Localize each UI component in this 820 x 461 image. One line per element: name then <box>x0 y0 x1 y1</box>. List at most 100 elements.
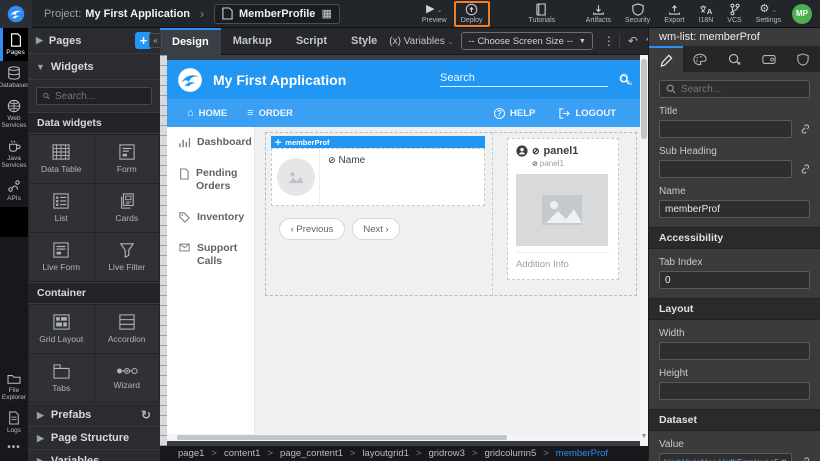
nav-order[interactable]: ≡ ORDER <box>247 107 293 119</box>
tab-markup[interactable]: Markup <box>221 28 284 55</box>
more-menu-icon[interactable]: ⋮ <box>599 34 619 48</box>
widget-accordion[interactable]: Accordion <box>95 305 160 353</box>
menu-dashboard[interactable]: Dashboard <box>167 127 254 158</box>
properties-search[interactable] <box>659 80 810 98</box>
breadcrumb-gridcolumn5[interactable]: gridcolumn5 <box>484 448 536 459</box>
scroll-down-arrow-icon[interactable]: ▼ <box>640 433 648 443</box>
breadcrumb-gridrow3[interactable]: gridrow3 <box>428 448 464 459</box>
widget-search[interactable] <box>36 87 152 105</box>
pagination-next-button[interactable]: Next › <box>352 218 400 240</box>
list-item-name[interactable]: ⊘ Name <box>320 149 373 205</box>
app-search-input[interactable] <box>440 70 600 86</box>
bind-link-icon[interactable] <box>798 163 810 175</box>
widget-wizard[interactable]: Wizard <box>95 354 160 402</box>
canvas-hscrollbar-thumb[interactable] <box>177 435 507 440</box>
tab-properties[interactable] <box>649 46 683 72</box>
screen-size-select[interactable]: -- Choose Screen Size -- ▼ <box>461 32 592 50</box>
collapse-left-panel-button[interactable]: « <box>149 33 162 48</box>
rail-item-file-explorer[interactable]: File Explorer <box>0 368 28 406</box>
name-field-input[interactable] <box>659 200 810 218</box>
canvas-vscrollbar-thumb[interactable] <box>641 59 647 139</box>
bind-link-icon[interactable] <box>798 123 810 135</box>
rail-item-web-services[interactable]: Web Services <box>0 94 28 134</box>
palette-icon <box>693 53 707 66</box>
widget-cards[interactable]: Cards <box>95 184 160 232</box>
widget-data-table[interactable]: Data Table <box>29 135 94 183</box>
panel1-header[interactable]: ⊘ panel1 <box>516 145 610 157</box>
nav-logout[interactable]: LOGOUT <box>559 108 616 119</box>
breadcrumb-content1[interactable]: content1 <box>224 448 260 459</box>
bind-link-icon[interactable] <box>798 456 810 461</box>
menu-pending-orders[interactable]: Pending Orders <box>167 158 254 202</box>
nav-home[interactable]: ⌂ HOME <box>187 107 227 119</box>
breadcrumb-memberprof[interactable]: memberProf <box>556 448 608 459</box>
widgets-section-row[interactable]: ▼ Widgets <box>28 54 160 80</box>
tab-devices[interactable] <box>752 46 786 72</box>
export-button[interactable]: Export <box>657 0 691 28</box>
rail-item-apis[interactable]: APIs <box>0 174 28 207</box>
menu-support-calls[interactable]: Support Calls <box>167 233 254 277</box>
breadcrumb-layoutgrid1[interactable]: layoutgrid1 <box>362 448 408 459</box>
security-button[interactable]: Security <box>618 0 657 28</box>
widget-list[interactable]: List <box>29 184 94 232</box>
canvas-page[interactable]: My First Application 🔍︎ ⌂ HOME ≡ ORDER ? <box>167 60 640 439</box>
clear-bind-icon[interactable]: × <box>781 457 787 461</box>
list-widget-item[interactable]: ⊘ Name <box>271 148 485 206</box>
app-search-icon[interactable]: 🔍︎ <box>619 73 633 85</box>
widget-search-input[interactable] <box>55 91 145 102</box>
breadcrumb-page1[interactable]: page1 <box>178 448 204 459</box>
rail-item-databases[interactable]: Databases <box>0 61 28 94</box>
prefabs-section-row[interactable]: ▶ Prefabs ↻ <box>28 403 160 426</box>
pages-section-row[interactable]: ▶ Pages + <box>28 28 160 54</box>
vcs-button[interactable]: VCS <box>720 0 748 28</box>
tab-styles[interactable] <box>683 46 717 72</box>
tab-security[interactable] <box>786 46 820 72</box>
nav-help[interactable]: ? HELP <box>494 108 535 119</box>
rail-more-icon[interactable]: ••• <box>0 439 28 461</box>
rail-item-pages[interactable]: Pages <box>0 28 28 61</box>
variables-menu[interactable]: (x) Variables ⌄ <box>389 36 453 47</box>
pagination-previous-button[interactable]: ‹ Previous <box>279 218 345 240</box>
menu-inventory[interactable]: Inventory <box>167 202 254 233</box>
tab-events[interactable] <box>717 46 751 72</box>
artifacts-button[interactable]: Artifacts <box>579 0 618 28</box>
widget-live-filter[interactable]: Live Filter <box>95 233 160 281</box>
preview-button[interactable]: ▶ ⌄ Preview <box>415 0 454 28</box>
app-search[interactable] <box>440 70 608 87</box>
list-widget-header[interactable]: ✛ memberProf <box>271 136 485 148</box>
refresh-icon[interactable]: ↻ <box>141 408 151 422</box>
app-logo <box>177 67 203 93</box>
rail-item-logs[interactable]: Logs <box>0 406 28 439</box>
dataset-value-field[interactable]: bind:Variables.HrdbEmployeeData.data × <box>659 453 792 461</box>
i18n-button[interactable]: A I18N <box>692 0 721 28</box>
widget-live-form[interactable]: Live Form <box>29 233 94 281</box>
title-field-input[interactable] <box>659 120 792 138</box>
widget-form[interactable]: Form <box>95 135 160 183</box>
variables-section-row[interactable]: ▶ Variables <box>28 449 160 461</box>
width-input[interactable] <box>659 342 810 360</box>
panel1-image-placeholder[interactable] <box>516 174 608 246</box>
envelope-icon <box>179 243 190 252</box>
tab-style[interactable]: Style <box>339 28 389 55</box>
tab-index-input[interactable] <box>659 271 810 289</box>
move-icon[interactable]: ✛ <box>275 138 281 147</box>
tutorials-button[interactable]: Tutorials <box>522 0 563 28</box>
tab-design[interactable]: Design <box>160 28 221 55</box>
subheading-field-input[interactable] <box>659 160 792 178</box>
undo-icon[interactable]: ↶ <box>619 34 642 48</box>
settings-button[interactable]: ⚙ ⌄ Settings <box>749 0 788 28</box>
page-selector[interactable]: MemberProfile ▦ <box>214 4 340 24</box>
breadcrumb-page-content1[interactable]: page_content1 <box>280 448 343 459</box>
rail-item-java-services[interactable]: Java Services <box>0 134 28 174</box>
panel1-widget[interactable]: ⊘ panel1 ⊘ panel1 Addition Info <box>507 138 619 280</box>
height-input[interactable] <box>659 382 810 400</box>
widget-grid-layout[interactable]: Grid Layout <box>29 305 94 353</box>
page-structure-section-row[interactable]: ▶ Page Structure <box>28 426 160 449</box>
user-avatar[interactable]: MP <box>792 4 812 24</box>
deploy-button[interactable]: Deploy <box>454 1 490 27</box>
properties-search-input[interactable] <box>681 84 801 95</box>
wavemaker-logo[interactable] <box>0 0 32 28</box>
grid-icon[interactable]: ▦ <box>321 7 331 20</box>
widget-tabs[interactable]: Tabs <box>29 354 94 402</box>
tab-script[interactable]: Script <box>284 28 339 55</box>
